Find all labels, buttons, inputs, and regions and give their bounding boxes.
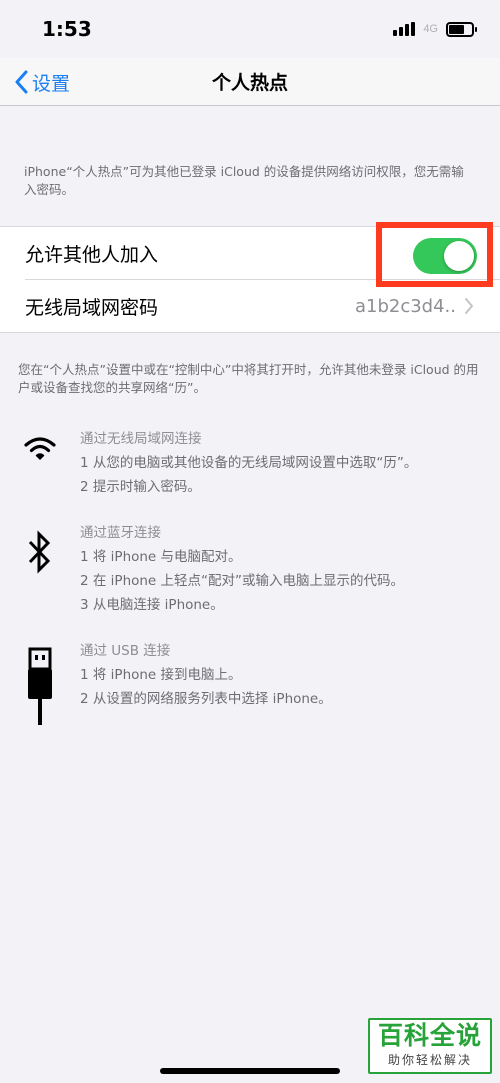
method-step: 1 将 iPhone 接到电脑上。 [80,667,242,683]
status-indicators: 4G [393,21,477,37]
chevron-right-icon [465,298,473,314]
navigation-bar: 设置 个人热点 [0,58,500,106]
home-indicator[interactable] [160,1068,340,1074]
method-title: 通过蓝牙连接 [80,525,161,541]
battery-icon [446,21,477,37]
method-step: 2 从设置的网络服务列表中选择 iPhone。 [80,691,332,707]
method-title: 通过无线局域网连接 [80,431,202,447]
bluetooth-icon [28,530,51,574]
method-step: 1 将 iPhone 与电脑配对。 [80,549,242,565]
network-type: 4G [423,23,438,35]
page-title: 个人热点 [211,72,288,94]
allow-others-toggle[interactable] [413,238,477,274]
allow-others-label: 允许其他人加入 [25,244,159,266]
hotspot-description: iPhone“个人热点”可为其他已登录 iCloud 的设备提供网络访问权限，您… [24,164,464,197]
cellular-signal-icon [393,22,416,36]
method-title: 通过 USB 连接 [80,643,171,659]
usb-cable-icon [28,647,52,725]
wifi-password-row[interactable]: 无线局域网密码 a1b2c3d4.. [0,280,500,333]
discoverability-info: 您在“个人热点”设置中或在“控制中心”中将其打开时，允许其他未登录 iCloud… [18,362,479,395]
hotspot-settings-group: 允许其他人加入 无线局域网密码 a1b2c3d4.. [0,226,500,333]
wifi-password-label: 无线局域网密码 [25,297,159,319]
method-step: 1 从您的电脑或其他设备的无线局域网设置中选取“历”。 [80,455,418,471]
watermark-tagline: 助你轻松解决 [387,1053,472,1067]
allow-others-row: 允许其他人加入 [0,227,500,280]
wifi-password-value: a1b2c3d4.. [354,296,456,317]
watermark-logo: 百科全说 助你轻松解决 [368,1018,492,1074]
wifi-icon [24,437,56,460]
watermark-brand: 百科全说 [377,1021,482,1050]
method-step: 3 从电脑连接 iPhone。 [80,597,224,613]
method-step: 2 提示时输入密码。 [80,479,201,495]
status-bar: 1:53 4G [0,0,500,58]
status-time: 1:53 [42,17,92,41]
toggle-knob [444,241,474,271]
method-step: 2 在 iPhone 上轻点“配对”或输入电脑上显示的代码。 [80,573,405,589]
